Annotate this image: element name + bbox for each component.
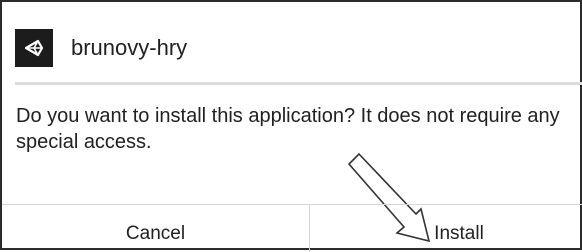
install-button-label: Install bbox=[434, 223, 484, 244]
cancel-button-label: Cancel bbox=[125, 223, 186, 244]
install-message: Do you want to install this application?… bbox=[16, 105, 560, 153]
install-dialog: brunovy-hry Do you want to install this … bbox=[0, 0, 582, 252]
dialog-header: brunovy-hry bbox=[15, 29, 187, 67]
app-name: brunovy-hry bbox=[71, 35, 188, 60]
install-button[interactable]: Install bbox=[310, 205, 582, 252]
title-divider bbox=[15, 82, 582, 85]
cancel-button[interactable]: Cancel bbox=[2, 205, 309, 252]
unity-logo-icon bbox=[15, 29, 53, 67]
